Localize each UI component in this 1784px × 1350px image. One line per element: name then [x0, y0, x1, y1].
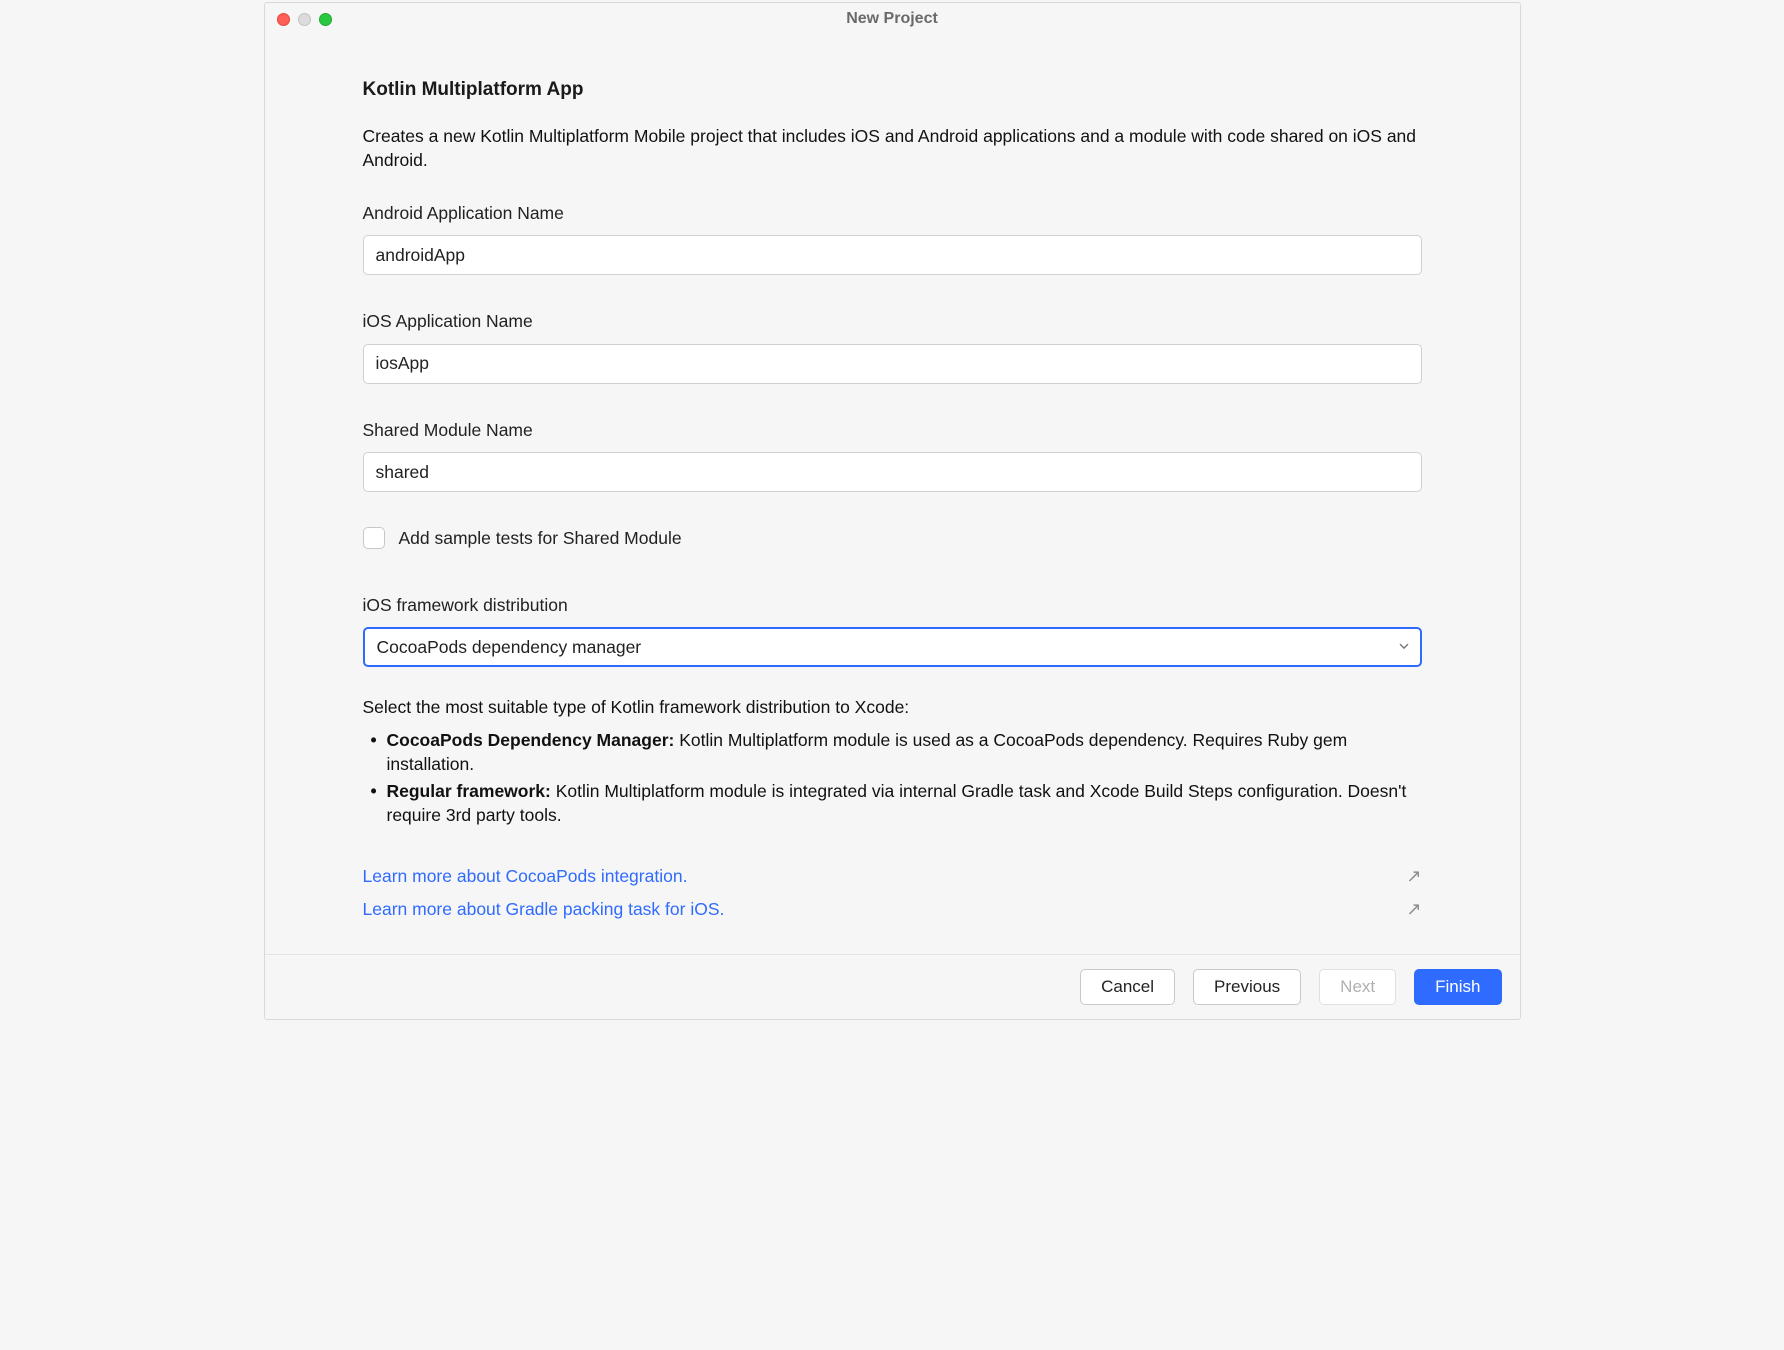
framework-help-list: CocoaPods Dependency Manager: Kotlin Mul… — [363, 728, 1422, 828]
ios-app-name-label: iOS Application Name — [363, 309, 1422, 334]
window-title: New Project — [265, 8, 1520, 30]
framework-help-head: CocoaPods Dependency Manager: — [387, 730, 675, 750]
previous-button[interactable]: Previous — [1193, 969, 1301, 1005]
titlebar: New Project — [265, 3, 1520, 35]
page-description: Creates a new Kotlin Multiplatform Mobil… — [363, 124, 1422, 173]
ios-app-name-input[interactable] — [363, 344, 1422, 384]
external-link-icon: ↗ — [1406, 864, 1421, 889]
window-controls — [277, 13, 332, 26]
close-icon[interactable] — [277, 13, 290, 26]
shared-module-name-label: Shared Module Name — [363, 418, 1422, 443]
shared-module-name-input[interactable] — [363, 452, 1422, 492]
dialog-footer: Cancel Previous Next Finish — [265, 954, 1520, 1019]
cancel-button[interactable]: Cancel — [1080, 969, 1175, 1005]
add-sample-tests-checkbox[interactable] — [363, 527, 385, 549]
learn-more-cocoapods-row: Learn more about CocoaPods integration. … — [363, 864, 1422, 889]
android-app-name-input[interactable] — [363, 235, 1422, 275]
new-project-dialog: New Project Kotlin Multiplatform App Cre… — [264, 2, 1521, 1020]
minimize-icon[interactable] — [298, 13, 311, 26]
finish-button[interactable]: Finish — [1414, 969, 1501, 1005]
learn-more-cocoapods-link[interactable]: Learn more about CocoaPods integration. — [363, 864, 688, 889]
framework-help-intro: Select the most suitable type of Kotlin … — [363, 695, 1422, 720]
framework-help-item: CocoaPods Dependency Manager: Kotlin Mul… — [371, 728, 1422, 777]
framework-help-head: Regular framework: — [387, 781, 551, 801]
ios-framework-distribution-value: CocoaPods dependency manager — [377, 635, 642, 660]
page-title: Kotlin Multiplatform App — [363, 77, 1422, 104]
next-button: Next — [1319, 969, 1396, 1005]
learn-more-gradle-row: Learn more about Gradle packing task for… — [363, 897, 1422, 922]
external-link-icon: ↗ — [1406, 897, 1421, 922]
learn-more-gradle-link[interactable]: Learn more about Gradle packing task for… — [363, 897, 725, 922]
ios-framework-distribution-select-wrap: CocoaPods dependency manager — [363, 627, 1422, 667]
content-area: Kotlin Multiplatform App Creates a new K… — [265, 35, 1520, 954]
maximize-icon[interactable] — [319, 13, 332, 26]
add-sample-tests-row: Add sample tests for Shared Module — [363, 526, 1422, 551]
ios-framework-distribution-label: iOS framework distribution — [363, 593, 1422, 618]
android-app-name-label: Android Application Name — [363, 201, 1422, 226]
add-sample-tests-label: Add sample tests for Shared Module — [399, 526, 682, 551]
framework-help-item: Regular framework: Kotlin Multiplatform … — [371, 779, 1422, 828]
ios-framework-distribution-select[interactable]: CocoaPods dependency manager — [363, 627, 1422, 667]
